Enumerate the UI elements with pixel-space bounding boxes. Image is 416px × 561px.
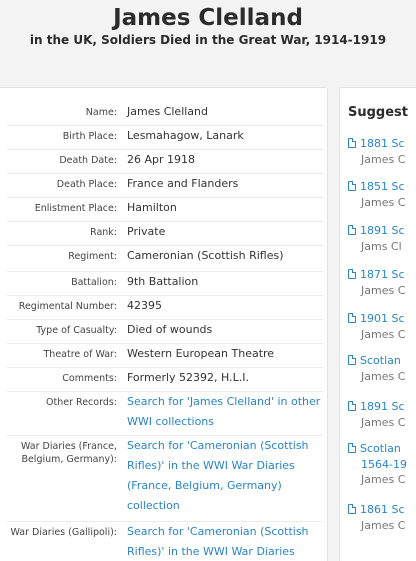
suggestion-name: James C xyxy=(361,153,406,166)
detail-row: Name: James Clelland xyxy=(7,102,323,126)
record-details-list: Name: James Clelland Birth Place: Lesmahago… xyxy=(7,102,323,561)
detail-value: Cameronian (Scottish Rifles) xyxy=(127,249,284,262)
detail-row: War Diaries (France, Belgium, Germany): S… xyxy=(7,436,323,522)
detail-row: Death Date: 26 Apr 1918 xyxy=(7,150,323,174)
suggestion-title-continued[interactable]: 1564-19 xyxy=(348,457,416,472)
detail-row: Birth Place: Lesmahagow, Lanark xyxy=(7,126,323,150)
suggestion-title[interactable]: 1861 Sc xyxy=(360,503,405,516)
detail-label: Regiment: xyxy=(68,251,117,262)
detail-value: Formerly 52392, H.L.I. xyxy=(127,371,249,384)
detail-label: Other Records: xyxy=(46,397,117,408)
detail-value: Western European Theatre xyxy=(127,347,275,360)
detail-label: War Diaries (Gallipoli): xyxy=(10,527,117,538)
suggestion-name: James C xyxy=(361,416,406,429)
suggestion-title[interactable]: 1851 Sc xyxy=(360,180,405,193)
suggestion-item[interactable]: 1871 Sc James C xyxy=(348,267,416,299)
detail-row: Regiment: Cameronian (Scottish Rifles) xyxy=(7,246,323,272)
detail-row: War Diaries (Gallipoli): Search for 'Came… xyxy=(7,522,323,561)
suggestion-item[interactable]: 1891 Sc Jams Cl xyxy=(348,223,416,255)
suggestion-title[interactable]: 1871 Sc xyxy=(360,268,405,281)
detail-label: Regimental Number: xyxy=(18,301,117,312)
detail-value: Lesmahagow, Lanark xyxy=(127,129,244,142)
suggestions-panel: Suggest 1881 Sc James C 1851 Sc James C 1891… xyxy=(339,87,416,561)
detail-label: Death Date: xyxy=(59,155,117,166)
detail-row: Theatre of War: Western European Theatre xyxy=(7,344,323,368)
suggestion-item[interactable]: 1881 Sc James C xyxy=(348,136,416,168)
detail-row: Enlistment Place: Hamilton xyxy=(7,198,323,222)
suggestion-name: James C xyxy=(361,284,406,297)
document-icon xyxy=(348,504,356,514)
document-icon xyxy=(348,138,356,148)
detail-value: France and Flanders xyxy=(127,177,239,190)
suggestion-name: James C xyxy=(361,370,406,383)
detail-value: 9th Battalion xyxy=(127,275,199,288)
document-icon xyxy=(348,355,356,365)
detail-row: Type of Casualty: Died of wounds xyxy=(7,320,323,344)
detail-row: Battalion: 9th Battalion xyxy=(7,272,323,296)
document-icon xyxy=(348,269,356,279)
detail-label: Theatre of War: xyxy=(43,349,118,360)
detail-label: Name: xyxy=(85,107,117,118)
detail-value: James Clelland xyxy=(127,105,209,118)
detail-row: Other Records: Search for 'James Clelland… xyxy=(7,392,323,436)
suggestion-title[interactable]: 1891 Sc xyxy=(360,400,405,413)
detail-row: Comments: Formerly 52392, H.L.I. xyxy=(7,368,323,392)
search-link[interactable]: Search for 'James Clelland' in other WWI… xyxy=(125,392,323,435)
page-header: James Clelland in the UK, Soldiers Died … xyxy=(0,0,416,78)
record-details-card: Name: James Clelland Birth Place: Lesmahago… xyxy=(0,87,328,561)
suggestion-title[interactable]: Scotlan xyxy=(360,354,401,367)
detail-value: 42395 xyxy=(127,299,162,312)
suggestion-title[interactable]: 1881 Sc xyxy=(360,137,405,150)
detail-row: Regimental Number: 42395 xyxy=(7,296,323,320)
detail-value: 26 Apr 1918 xyxy=(127,153,196,166)
suggestion-name: Jams Cl xyxy=(361,240,402,253)
document-icon xyxy=(348,225,356,235)
document-icon xyxy=(348,313,356,323)
page-subtitle: in the UK, Soldiers Died in the Great Wa… xyxy=(29,33,387,47)
detail-value: Private xyxy=(127,225,166,238)
suggestion-name: James C xyxy=(361,473,406,486)
detail-label: Battalion: xyxy=(71,277,117,288)
search-link[interactable]: Search for 'Cameronian (Scottish Rifles)… xyxy=(125,522,323,561)
suggestion-item[interactable]: 1861 Sc James C xyxy=(348,502,416,534)
suggestion-title[interactable]: Scotlan xyxy=(360,442,401,455)
detail-label: Type of Casualty: xyxy=(36,325,117,336)
suggestions-title: Suggest xyxy=(348,105,408,120)
suggestion-title[interactable]: 1901 Sc xyxy=(360,312,405,325)
detail-row: Death Place: France and Flanders xyxy=(7,174,323,198)
document-icon xyxy=(348,401,356,411)
detail-value: Died of wounds xyxy=(127,323,213,336)
detail-row: Rank: Private xyxy=(7,222,323,246)
detail-label: Rank: xyxy=(90,227,117,238)
page-title: James Clelland xyxy=(113,5,303,31)
detail-label: Enlistment Place: xyxy=(34,203,117,214)
suggestion-title[interactable]: 1891 Sc xyxy=(360,224,405,237)
document-icon xyxy=(348,443,356,453)
suggestion-item[interactable]: 1891 Sc James C xyxy=(348,399,416,431)
detail-label: Birth Place: xyxy=(62,131,117,142)
suggestion-item[interactable]: 1901 Sc James C xyxy=(348,311,416,343)
suggestion-item[interactable]: 1851 Sc James C xyxy=(348,179,416,211)
document-icon xyxy=(348,181,356,191)
suggestion-name: James C xyxy=(361,519,406,532)
suggestion-name: James C xyxy=(361,328,406,341)
suggestion-name: James C xyxy=(361,196,406,209)
detail-label: Comments: xyxy=(62,373,117,384)
detail-label: War Diaries (France, Belgium, Germany): xyxy=(21,441,117,465)
search-link[interactable]: Search for 'Cameronian (Scottish Rifles)… xyxy=(125,436,323,521)
suggestion-item[interactable]: Scotlan James C xyxy=(348,353,416,385)
suggestion-item[interactable]: Scotlan 1564-19 James C xyxy=(348,441,416,488)
detail-label: Death Place: xyxy=(56,179,117,190)
detail-value: Hamilton xyxy=(127,201,177,214)
